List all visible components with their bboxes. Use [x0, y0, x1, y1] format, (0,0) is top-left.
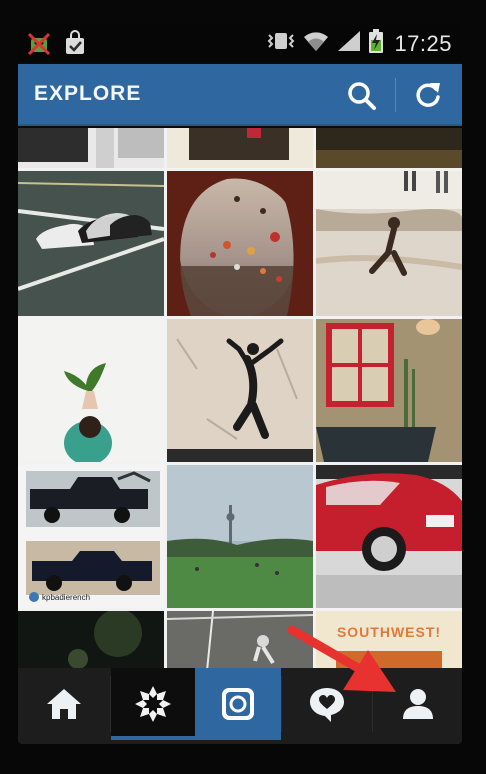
active-tab-indicator [111, 736, 195, 740]
photo-tile-dark-field[interactable] [316, 128, 462, 168]
camera-icon [222, 688, 254, 720]
photo-tile-balloons[interactable] [167, 171, 313, 316]
nav-home[interactable] [18, 668, 110, 740]
photo-tile-tracks[interactable] [167, 128, 313, 168]
photo-tile-runner-beach[interactable] [316, 171, 462, 316]
app-header: EXPLORE [18, 64, 462, 126]
wifi-icon [302, 29, 330, 58]
signal-icon [336, 29, 362, 58]
bottom-nav [18, 668, 462, 744]
page-title: EXPLORE [34, 82, 142, 105]
profile-icon [402, 689, 433, 719]
tile-southwest-text: SOUTHWEST! [337, 624, 441, 640]
android-debug-icon [26, 30, 52, 61]
photo-tile-park-tower[interactable] [167, 465, 313, 608]
home-icon [47, 689, 81, 719]
photo-tile-wall-climber[interactable] [167, 319, 313, 462]
photo-tile-night-trees[interactable] [18, 611, 164, 668]
phone-screen: 17:25 EXPLORE kpbadierench SOUTHWEST! [18, 24, 462, 744]
nav-explore[interactable] [111, 668, 195, 740]
news-icon [310, 688, 344, 722]
photo-tile-red-car[interactable] [316, 465, 462, 608]
photo-tile-sneakers[interactable] [18, 171, 164, 316]
status-time: 17:25 [394, 30, 452, 56]
photo-tile-court-player[interactable] [167, 611, 313, 668]
refresh-icon[interactable] [412, 79, 444, 111]
photo-tile-stairs[interactable] [18, 128, 164, 168]
vibrate-icon [266, 29, 296, 58]
status-bar: 17:25 [18, 24, 462, 62]
photo-tile-trucks[interactable]: kpbadierench [18, 465, 164, 608]
photo-grid: kpbadierench SOUTHWEST! [18, 128, 462, 668]
nav-news[interactable] [282, 668, 372, 740]
battery-charging-icon [368, 28, 384, 59]
nav-camera[interactable] [195, 668, 281, 740]
search-icon[interactable] [346, 80, 378, 112]
nav-profile[interactable] [373, 668, 462, 740]
photo-tile-plant-person[interactable] [18, 319, 164, 462]
shopping-bag-icon [62, 30, 88, 61]
explore-icon [135, 686, 171, 722]
header-divider [395, 78, 396, 112]
photo-tile-red-window[interactable] [316, 319, 462, 462]
tile-username: kpbadierench [42, 593, 90, 602]
photo-tile-southwest[interactable]: SOUTHWEST! [316, 611, 462, 668]
